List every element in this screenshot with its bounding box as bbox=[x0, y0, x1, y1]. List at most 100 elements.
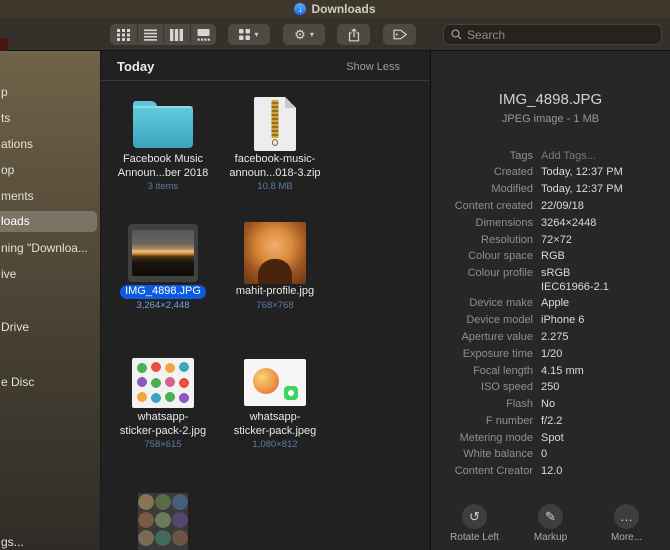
metadata-row: Resolution 72×72 bbox=[431, 232, 670, 249]
metadata-label: Device make bbox=[469, 297, 533, 310]
file-card-whatsapp-sticker-pack-2[interactable]: whatsapp-sticker-pack-2.jpg 758×615 bbox=[107, 354, 219, 450]
file-card-whatsapp-sticker-pack[interactable]: whatsapp-sticker-pack.jpeg 1,080×812 bbox=[219, 354, 331, 450]
down-arrow-glyph: ↓ bbox=[298, 4, 303, 14]
chevron-down-icon: ▾ bbox=[254, 29, 259, 39]
metadata-row: Aperture value 2.275 bbox=[431, 329, 670, 346]
file-detail: 10.8 MB bbox=[257, 181, 293, 192]
tag-icon bbox=[392, 29, 407, 40]
quick-action-label: Rotate Left bbox=[450, 532, 499, 543]
preview-pane: IMG_4898.JPG JPEG image - 1 MB Tags Add … bbox=[431, 51, 670, 550]
file-name: mahit-profile.jpg bbox=[235, 285, 315, 297]
metadata-label: F number bbox=[485, 414, 533, 427]
whatsapp-sticker-thumbnail bbox=[244, 359, 306, 406]
zipper-pull bbox=[272, 139, 278, 146]
gear-icon: ⚙ bbox=[294, 27, 306, 42]
sidebar-item[interactable]: ive bbox=[0, 264, 100, 285]
sidebar-item[interactable]: Drive bbox=[0, 317, 100, 338]
metadata-row: Created Today, 12:37 PM bbox=[431, 165, 670, 182]
collage-photo-thumbnail bbox=[138, 493, 188, 550]
metadata-label: Device model bbox=[466, 314, 533, 327]
metadata-value: Today, 12:37 PM bbox=[541, 166, 623, 179]
metadata-value: Add Tags... bbox=[541, 149, 596, 162]
folder-icon bbox=[133, 101, 193, 148]
group-divider bbox=[101, 80, 430, 81]
file-card-mahit-profile[interactable]: mahit-profile.jpg 768×768 bbox=[219, 221, 331, 311]
metadata-label: Resolution bbox=[481, 233, 533, 246]
quick-action-label: Markup bbox=[533, 532, 568, 543]
quick-action-button[interactable]: ✎ Markup bbox=[513, 504, 589, 543]
metadata-value: 2.275 bbox=[541, 331, 569, 343]
list-view-button[interactable] bbox=[136, 24, 164, 45]
share-button[interactable] bbox=[337, 24, 370, 45]
gallery-view-button[interactable] bbox=[189, 24, 217, 45]
group-by-button[interactable]: ▾ bbox=[228, 24, 270, 45]
group-icon bbox=[239, 29, 251, 40]
metadata-label: Tags bbox=[509, 149, 533, 162]
background-window-fragment bbox=[0, 38, 8, 51]
sidebar-item[interactable]: ning "Downloa... bbox=[0, 238, 100, 259]
sidebar-item[interactable]: ts bbox=[0, 108, 100, 129]
title-bar[interactable]: ↓ Downloads bbox=[0, 0, 670, 18]
tag-button[interactable] bbox=[383, 24, 416, 45]
file-card-img-4898-selected[interactable]: IMG_4898.JPG 3,264×2,448 bbox=[107, 221, 219, 311]
metadata-row: Metering mode Spot bbox=[431, 430, 670, 447]
metadata-row: Dimensions 3264×2448 bbox=[431, 215, 670, 232]
share-icon bbox=[348, 27, 359, 41]
metadata-row: Flash No bbox=[431, 397, 670, 414]
sidebar-item[interactable]: p bbox=[0, 82, 100, 103]
quick-action-button[interactable]: … More... bbox=[589, 504, 665, 543]
view-mode-segmented-control bbox=[110, 24, 216, 45]
preview-file-title: IMG_4898.JPG bbox=[498, 91, 603, 108]
metadata-row: Tags Add Tags... bbox=[431, 148, 670, 165]
metadata-row: Device model iPhone 6 bbox=[431, 313, 670, 330]
toolbar: ▾ ⚙ ▾ bbox=[0, 18, 670, 51]
column-view-button[interactable] bbox=[163, 24, 190, 45]
metadata-label: Dimensions bbox=[475, 216, 533, 229]
metadata-row: Exposure time 1/20 bbox=[431, 346, 670, 363]
search-icon bbox=[451, 29, 462, 40]
search-field[interactable] bbox=[443, 24, 662, 45]
metadata-label: White balance bbox=[463, 448, 533, 461]
grid-view-icon bbox=[116, 28, 130, 41]
metadata-row: White balance 0 bbox=[431, 447, 670, 464]
metadata-row: Content created 22/09/18 bbox=[431, 198, 670, 215]
action-menu-button[interactable]: ⚙ ▾ bbox=[283, 24, 325, 45]
metadata-label: Exposure time bbox=[462, 347, 533, 360]
gallery-view-icon bbox=[197, 28, 210, 41]
metadata-label: Colour space bbox=[468, 250, 533, 263]
page-fold bbox=[285, 97, 296, 108]
metadata-value: 250 bbox=[541, 381, 560, 394]
column-view-icon bbox=[170, 28, 184, 41]
metadata-value: 12.0 bbox=[541, 465, 563, 478]
file-card-partial[interactable] bbox=[107, 492, 219, 550]
metadata-row: Device make Apple bbox=[431, 296, 670, 313]
file-card-facebook-music-folder[interactable]: Facebook Music Announ...ber 2018 3 items bbox=[107, 95, 219, 192]
sidebar-item[interactable]: gs... bbox=[0, 532, 100, 550]
metadata-row: Modified Today, 12:37 PM bbox=[431, 182, 670, 199]
metadata-value: 1/20 bbox=[541, 347, 563, 360]
metadata-value: 22/09/18 bbox=[541, 199, 584, 212]
quick-action-button[interactable]: ↺ Rotate Left bbox=[437, 504, 513, 543]
file-name: whatsapp-sticker-pack.jpeg bbox=[233, 411, 317, 437]
icon-view-button[interactable] bbox=[110, 24, 137, 45]
metadata-label: Colour profile bbox=[467, 267, 533, 280]
sidebar-item[interactable]: ments bbox=[0, 186, 100, 207]
metadata-label: Content Creator bbox=[454, 465, 533, 478]
metadata-label: Created bbox=[493, 166, 533, 179]
quick-action-label: More... bbox=[610, 532, 643, 543]
metadata-label: ISO speed bbox=[481, 381, 533, 394]
show-less-link[interactable]: Show Less bbox=[346, 61, 400, 73]
sidebar-item[interactable]: op bbox=[0, 160, 100, 181]
search-input[interactable] bbox=[467, 27, 654, 42]
metadata-list: Tags Add Tags... Created Today, 12:37 PM… bbox=[431, 148, 670, 480]
selection-highlight bbox=[128, 224, 198, 282]
whatsapp-logo bbox=[284, 386, 298, 400]
metadata-row: F number f/2.2 bbox=[431, 413, 670, 430]
file-card-facebook-music-zip[interactable]: facebook-music-announ...018-3.zip 10.8 M… bbox=[219, 95, 331, 192]
sidebar-item-downloads-selected[interactable]: loads bbox=[0, 211, 97, 232]
metadata-value: Spot bbox=[541, 431, 564, 444]
list-view-icon bbox=[143, 29, 157, 41]
sidebar-item[interactable]: e Disc bbox=[0, 372, 100, 393]
quick-action-icon: ✎ bbox=[538, 504, 563, 529]
sidebar-item[interactable]: ations bbox=[0, 134, 100, 155]
